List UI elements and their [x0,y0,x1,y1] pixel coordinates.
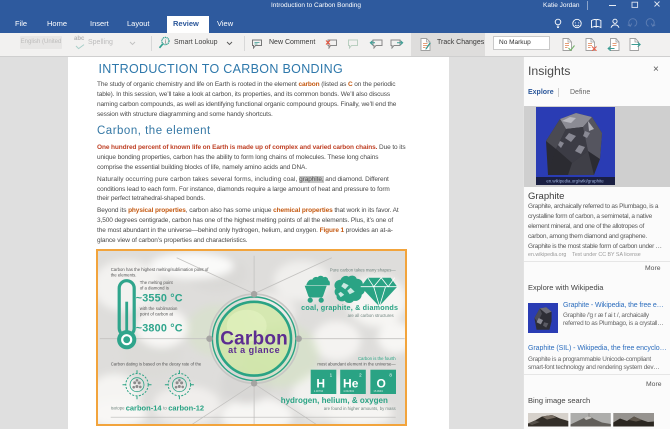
svg-text:1.00794: 1.00794 [314,389,324,393]
svg-text:The melting point: The melting point [140,280,174,285]
svg-text:H: H [316,377,325,391]
svg-text:~3800 °C: ~3800 °C [136,323,183,335]
svg-text:carbon-14: carbon-14 [126,404,163,413]
svg-text:coal, graphite, & diamonds: coal, graphite, & diamonds [301,303,398,312]
svg-text:at a glance: at a glance [228,345,280,355]
svg-text:Carbon is the fourth: Carbon is the fourth [358,356,396,361]
svg-text:4.002602: 4.002602 [343,389,354,393]
svg-text:most abundant element in the u: most abundant element in the universe— [317,362,396,367]
svg-text:point of carbon at: point of carbon at [140,312,174,317]
svg-text:en.wikipedia.org/wiki/graphite: en.wikipedia.org/wiki/graphite [546,179,604,184]
svg-text:hydrogen, helium, & oxygen: hydrogen, helium, & oxygen [281,396,388,405]
svg-text:to: to [163,406,167,411]
svg-text:isotope: isotope [111,406,125,411]
svg-text:of a diamond is: of a diamond is [140,286,169,291]
svg-text:15.9994: 15.9994 [373,389,383,393]
svg-text:Pure carbon takes many shapes—: Pure carbon takes many shapes— [330,268,397,273]
svg-text:He: He [343,377,359,391]
svg-text:carbon-12: carbon-12 [168,404,204,413]
svg-text:~3550 °C: ~3550 °C [136,293,183,305]
svg-text:are all carbon structures: are all carbon structures [348,313,394,318]
svg-text:Carbon has the highest melting: Carbon has the highest melting/sublimati… [111,267,209,272]
svg-text:with the sublimation: with the sublimation [140,306,178,311]
svg-text:Carbon dating is based on the: Carbon dating is based on the decay rate… [111,362,202,367]
svg-text:the elements.: the elements. [111,273,137,278]
svg-text:are found in higher amounts, b: are found in higher amounts, by mass [324,406,396,411]
svg-text:O: O [377,377,386,391]
